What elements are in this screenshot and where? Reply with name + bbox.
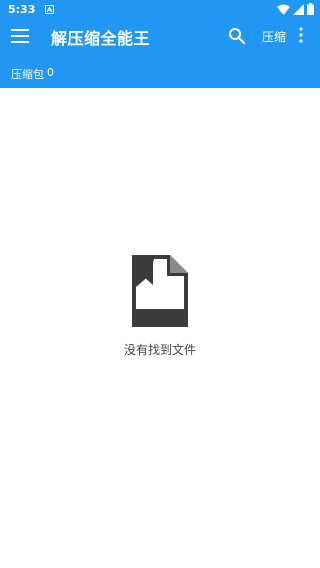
status-time: 5:33 bbox=[8, 2, 36, 16]
more-vert-icon bbox=[299, 27, 303, 43]
search-icon bbox=[229, 28, 246, 45]
menu-icon bbox=[11, 29, 29, 43]
app-title: 解压缩全能王 bbox=[51, 29, 151, 48]
archive-count: 0 bbox=[47, 66, 54, 79]
app-bar: 解压缩全能王 压缩 bbox=[0, 18, 320, 56]
status-icons bbox=[277, 3, 314, 15]
signal-icon bbox=[293, 3, 304, 15]
archive-label: 压缩包 bbox=[11, 68, 44, 81]
notification-a-icon bbox=[45, 4, 55, 14]
menu-button[interactable] bbox=[11, 28, 31, 46]
document-bookmark-icon bbox=[132, 255, 188, 327]
more-options-button[interactable] bbox=[298, 27, 310, 47]
compress-button[interactable]: 压缩 bbox=[262, 28, 286, 45]
battery-icon bbox=[307, 3, 314, 15]
empty-state-message: 没有找到文件 bbox=[123, 343, 196, 357]
search-button[interactable] bbox=[228, 27, 248, 47]
archive-count-bar: 压缩包 0 bbox=[0, 56, 320, 88]
status-bar: 5:33 bbox=[0, 0, 320, 18]
wifi-icon bbox=[277, 4, 290, 15]
